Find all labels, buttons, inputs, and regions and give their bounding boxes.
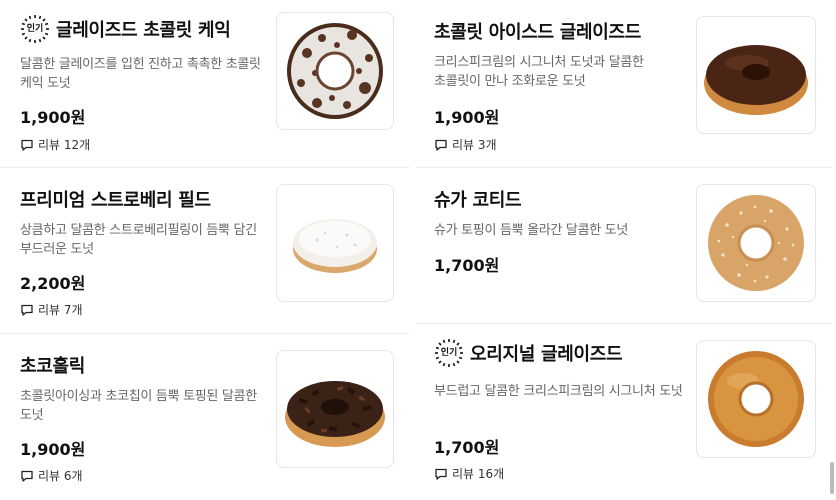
product-price: 1,700원	[434, 256, 500, 275]
review-count: 리뷰 6개	[38, 469, 83, 483]
powdered-filled-donut-icon	[293, 219, 377, 273]
product-card-sugar-coated[interactable]: 슈가 코티드 슈가 토핑이 듬뿍 올라간 달콤한 도넛 1,700원	[416, 168, 832, 324]
product-image[interactable]	[696, 16, 816, 134]
product-description: 부드럽고 달콤한 크리스피크림의 시그니처 도넛	[434, 384, 683, 399]
review-count: 리뷰 3개	[452, 138, 497, 152]
product-column-left: 인기 글레이즈드 초콜릿 케익 달콤한 글레이즈를 입힌 진하고 촉촉한 초콜릿…	[0, 0, 410, 500]
comment-icon	[435, 139, 447, 151]
product-title-row: 인기 글레이즈드 초콜릿 케익	[20, 14, 231, 44]
original-glazed-donut-icon	[708, 351, 804, 447]
product-description: 크리스피크림의 시그니처 도넛과 달콤한 초콜릿이 만나 조화로운 도넛	[434, 55, 644, 89]
choco-chip-donut-icon	[285, 381, 385, 447]
product-title: 오리지널 글레이즈드	[470, 344, 623, 365]
product-review[interactable]: 리뷰 3개	[434, 136, 497, 153]
product-price: 1,900원	[20, 108, 86, 127]
product-title: 초콜릿 아이스드 글레이즈드	[434, 22, 642, 43]
product-title: 초코홀릭	[20, 356, 86, 377]
product-image[interactable]	[696, 340, 816, 458]
product-review[interactable]: 리뷰 6개	[20, 467, 83, 484]
product-description: 달콤한 글레이즈를 입힌 진하고 촉촉한 초콜릿 케익 도넛	[20, 57, 261, 91]
review-count: 리뷰 16개	[452, 467, 505, 481]
product-title-row: 슈가 코티드	[434, 186, 522, 212]
product-title-row: 인기 오리지널 글레이즈드	[434, 338, 623, 368]
product-title-row: 초코홀릭	[20, 352, 85, 378]
product-title: 프리미엄 스트로베리 필드	[20, 190, 211, 211]
popular-badge-label: 인기	[26, 24, 44, 34]
product-price: 2,200원	[20, 274, 86, 293]
comment-icon	[21, 470, 33, 482]
product-description: 초콜릿아이싱과 초코칩이 듬뿍 토핑된 달콤한 도넛	[20, 389, 257, 423]
product-title: 슈가 코티드	[434, 190, 522, 211]
product-description: 상큼하고 달콤한 스트로베리필링이 듬뿍 담긴 부드러운 도넛	[20, 223, 257, 257]
product-image[interactable]	[696, 184, 816, 302]
comment-icon	[435, 468, 447, 480]
product-price: 1,900원	[20, 440, 86, 459]
sugar-coated-donut-icon	[708, 195, 804, 291]
product-card-chocoholic[interactable]: 초코홀릭 초콜릿아이싱과 초코칩이 듬뿍 토핑된 달콤한 도넛 1,900원 리…	[0, 334, 410, 500]
product-description: 슈가 토핑이 듬뿍 올라간 달콤한 도넛	[434, 223, 629, 238]
product-column-right: 초콜릿 아이스드 글레이즈드 크리스피크림의 시그니처 도넛과 달콤한 초콜릿이…	[416, 0, 832, 500]
product-review[interactable]: 리뷰 7개	[20, 301, 83, 318]
product-card-original-glazed[interactable]: 인기 오리지널 글레이즈드 부드럽고 달콤한 크리스피크림의 시그니처 도넛 1…	[416, 324, 832, 500]
product-price: 1,900원	[434, 108, 500, 127]
review-count: 리뷰 12개	[38, 138, 91, 152]
chocolate-iced-donut-icon	[704, 45, 808, 115]
scrollbar-thumb[interactable]	[830, 462, 834, 494]
product-card-glazed-chocolate-cake[interactable]: 인기 글레이즈드 초콜릿 케익 달콤한 글레이즈를 입힌 진하고 촉촉한 초콜릿…	[0, 0, 410, 168]
product-review[interactable]: 리뷰 12개	[20, 136, 90, 153]
product-title-row: 프리미엄 스트로베리 필드	[20, 186, 211, 212]
popular-badge-label: 인기	[440, 348, 458, 358]
product-price: 1,700원	[434, 438, 500, 457]
popular-badge-icon: 인기	[434, 338, 464, 368]
product-grid: 인기 글레이즈드 초콜릿 케익 달콤한 글레이즈를 입힌 진하고 촉촉한 초콜릿…	[0, 0, 832, 500]
product-title-row: 초콜릿 아이스드 글레이즈드	[434, 18, 641, 44]
product-image[interactable]	[276, 350, 394, 468]
chocolate-glazed-cake-donut-icon	[287, 23, 383, 119]
product-card-chocolate-iced-glazed[interactable]: 초콜릿 아이스드 글레이즈드 크리스피크림의 시그니처 도넛과 달콤한 초콜릿이…	[416, 0, 832, 168]
product-title: 글레이즈드 초콜릿 케익	[56, 20, 231, 41]
product-image[interactable]	[276, 12, 394, 130]
popular-badge-icon: 인기	[20, 14, 50, 44]
product-review[interactable]: 리뷰 16개	[434, 465, 504, 482]
product-image[interactable]	[276, 184, 394, 302]
product-card-strawberry-field[interactable]: 프리미엄 스트로베리 필드 상큼하고 달콤한 스트로베리필링이 듬뿍 담긴 부드…	[0, 168, 410, 334]
comment-icon	[21, 304, 33, 316]
review-count: 리뷰 7개	[38, 303, 83, 317]
comment-icon	[21, 139, 33, 151]
